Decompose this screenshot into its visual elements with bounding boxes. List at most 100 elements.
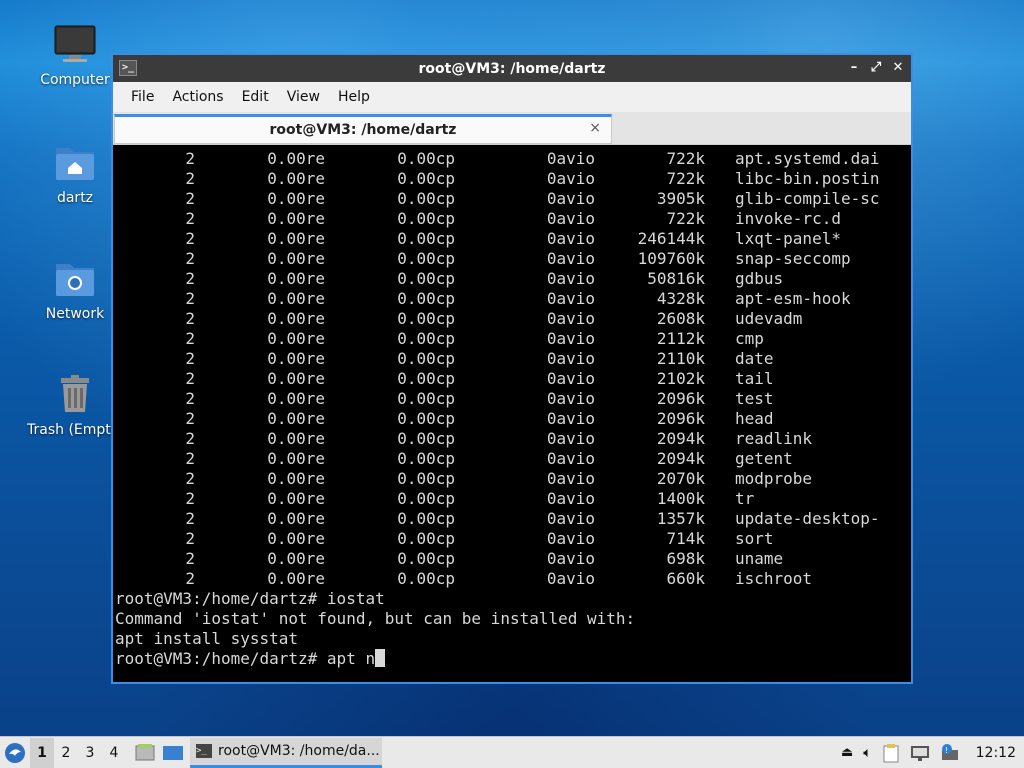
terminal-cell: 0avio <box>546 349 595 368</box>
terminal-cell: 0.00cp <box>397 389 455 408</box>
taskbar-task-terminal[interactable]: >_ root@VM3: /home/da... <box>190 737 382 768</box>
maximize-button[interactable]: ⤢ <box>869 59 883 77</box>
terminal-cell: 0.00re <box>267 189 325 208</box>
clock[interactable]: 12:12 <box>976 745 1016 761</box>
tab-close-icon[interactable]: × <box>589 120 601 136</box>
lxqt-logo-icon <box>5 742 25 763</box>
menu-bar: File Actions Edit View Help <box>113 82 911 112</box>
terminal-output[interactable]: 2 0.00re 0.00cp 0avio 722k apt.systemd.dai 2 0.… <box>113 147 911 682</box>
terminal-cell: 2 <box>185 449 195 468</box>
terminal-cell: 0.00cp <box>397 249 455 268</box>
desktop-icon-trash[interactable]: Trash (Empty) <box>27 372 111 438</box>
terminal-cell: 0.00cp <box>397 229 455 248</box>
terminal-cell: 0.00re <box>267 149 325 168</box>
workspace-3[interactable]: 3 <box>78 745 102 761</box>
terminal-cell: 2608k <box>656 309 705 328</box>
terminal-cell: 0avio <box>546 389 595 408</box>
terminal-cell: 2 <box>185 529 195 548</box>
terminal-cell: 2110k <box>656 349 705 368</box>
terminal-cell: 0avio <box>546 529 595 548</box>
menu-help[interactable]: Help <box>329 89 379 105</box>
terminal-cell: 0avio <box>546 489 595 508</box>
terminal-window[interactable]: >_ root@VM3: /home/dartz – ⤢ ✕ File Acti… <box>111 53 913 684</box>
terminal-cell: 0.00re <box>267 309 325 328</box>
show-desktop-button[interactable] <box>162 742 184 764</box>
terminal-cell: 0.00cp <box>397 169 455 188</box>
terminal-line: 2 0.00re 0.00cp 0avio 50816k gdbus <box>115 269 911 289</box>
desktop-icon-computer[interactable]: Computer <box>27 22 123 88</box>
terminal-cell: 0avio <box>546 549 595 568</box>
terminal-cell: 722k <box>666 149 705 168</box>
desktop-icon-label: Computer <box>40 72 110 88</box>
terminal-cell: 0.00re <box>267 449 325 468</box>
terminal-line: 2 0.00re 0.00cp 0avio 1400k tr <box>115 489 911 509</box>
terminal-line: 2 0.00re 0.00cp 0avio 4328k apt-esm-hook <box>115 289 911 309</box>
window-titlebar[interactable]: >_ root@VM3: /home/dartz – ⤢ ✕ <box>113 55 911 82</box>
desktop-icon-home[interactable]: dartz <box>27 140 123 206</box>
terminal-cell: 1357k <box>656 509 705 528</box>
terminal-icon: >_ <box>196 744 212 758</box>
terminal-cell: 2 <box>185 229 195 248</box>
terminal-cell: 0.00re <box>267 509 325 528</box>
terminal-cell: tail <box>735 369 774 388</box>
home-folder-icon <box>56 148 94 180</box>
terminal-line: 2 0.00re 0.00cp 0avio 2096k head <box>115 409 911 429</box>
terminal-cell: 2 <box>185 249 195 268</box>
close-button[interactable]: ✕ <box>891 59 905 77</box>
menu-actions[interactable]: Actions <box>163 89 232 105</box>
terminal-cell: 2 <box>185 309 195 328</box>
menu-file[interactable]: File <box>122 89 163 105</box>
terminal-line: 2 0.00re 0.00cp 0avio 660k ischroot <box>115 569 911 589</box>
terminal-cell: 0avio <box>546 269 595 288</box>
terminal-prompt-line[interactable]: root@VM3:/home/dartz# apt n <box>115 649 911 669</box>
terminal-cell: uname <box>735 549 784 568</box>
start-menu-button[interactable] <box>0 738 30 768</box>
terminal-cell: 2096k <box>656 409 705 428</box>
menu-view[interactable]: View <box>278 89 329 105</box>
terminal-cell: getent <box>735 449 793 468</box>
terminal-cell: 698k <box>666 549 705 568</box>
volume-icon[interactable]: 🔈︎ <box>863 745 871 761</box>
terminal-cell: 2 <box>185 349 195 368</box>
terminal-cell: 722k <box>666 169 705 188</box>
text-cursor <box>375 649 386 667</box>
tab-terminal[interactable]: root@VM3: /home/dartz × <box>114 114 612 144</box>
terminal-line: 2 0.00re 0.00cp 0avio 2070k modprobe <box>115 469 911 489</box>
terminal-cell: 2 <box>185 549 195 568</box>
terminal-cell: ischroot <box>735 569 813 588</box>
workspace-2[interactable]: 2 <box>54 745 78 761</box>
terminal-cell: 0avio <box>546 429 595 448</box>
terminal-cell: tr <box>735 489 755 508</box>
terminal-cell: 0.00cp <box>397 449 455 468</box>
workspace-1[interactable]: 1 <box>30 737 54 768</box>
network-wired-icon[interactable] <box>910 744 930 762</box>
desktop-icon-network[interactable]: Network <box>27 256 123 322</box>
terminal-cell: lxqt-panel* <box>735 229 841 248</box>
file-manager-launcher[interactable] <box>134 742 156 764</box>
file-manager-icon <box>135 743 155 760</box>
tab-bar: root@VM3: /home/dartz × <box>113 112 911 145</box>
terminal-line: 2 0.00re 0.00cp 0avio 722k apt.systemd.dai <box>115 149 911 169</box>
terminal-line: 2 0.00re 0.00cp 0avio 722k invoke-rc.d <box>115 209 911 229</box>
terminal-cell: 0.00re <box>267 329 325 348</box>
update-notifier-icon[interactable]: ! <box>940 743 960 762</box>
terminal-cell: 0.00cp <box>397 469 455 488</box>
terminal-cell: update-desktop- <box>735 509 880 528</box>
terminal-cell: 0.00re <box>267 429 325 448</box>
terminal-cell: 0.00cp <box>397 409 455 428</box>
menu-edit[interactable]: Edit <box>233 89 278 105</box>
terminal-cell: 0avio <box>546 149 595 168</box>
workspace-4[interactable]: 4 <box>102 745 126 761</box>
terminal-cell: 3905k <box>656 189 705 208</box>
eject-icon[interactable]: ⏏ <box>841 745 853 760</box>
terminal-cell: modprobe <box>735 469 813 488</box>
terminal-cell: 0avio <box>546 409 595 428</box>
clipboard-icon[interactable] <box>882 743 900 763</box>
terminal-cell: 4328k <box>656 289 705 308</box>
terminal-line: 2 0.00re 0.00cp 0avio 2094k readlink <box>115 429 911 449</box>
terminal-line: apt install sysstat <box>115 629 299 648</box>
terminal-cell: 2 <box>185 369 195 388</box>
minimize-button[interactable]: – <box>847 59 861 77</box>
terminal-icon: >_ <box>119 60 137 76</box>
terminal-cell: 0.00re <box>267 229 325 248</box>
